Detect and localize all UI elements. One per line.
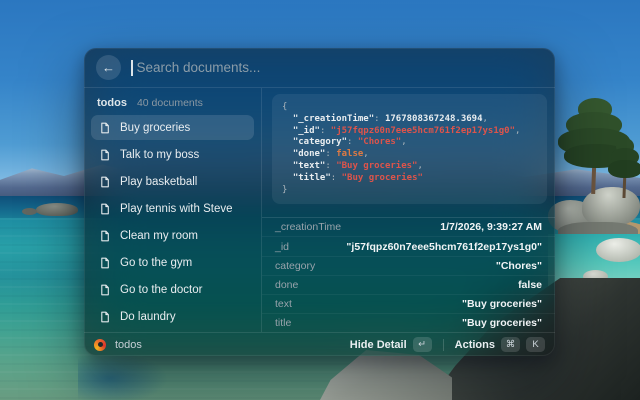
document-search-window: ← todos 40 documents Buy groceries bbox=[84, 48, 555, 356]
field-key: _id bbox=[275, 241, 289, 253]
cmd-key-icon: ⌘ bbox=[501, 337, 520, 352]
footer-bar: todos Hide Detail ↵ Actions ⌘ K bbox=[84, 332, 555, 356]
field-value: "Buy groceries" bbox=[462, 298, 542, 310]
footer-divider bbox=[443, 339, 444, 351]
document-title: Buy groceries bbox=[120, 122, 190, 134]
k-key-icon: K bbox=[526, 337, 545, 352]
field-row[interactable]: category "Chores" bbox=[262, 257, 555, 276]
document-list-item[interactable]: Buy groceries bbox=[91, 115, 254, 140]
list-header: todos 40 documents bbox=[84, 88, 261, 115]
field-key: category bbox=[275, 260, 315, 272]
document-icon bbox=[99, 284, 111, 296]
enter-key-icon: ↵ bbox=[413, 337, 432, 352]
distant-rock bbox=[22, 208, 37, 215]
field-value: false bbox=[518, 279, 542, 291]
field-key: _creationTime bbox=[275, 221, 341, 233]
document-list-item[interactable]: Go to the doctor bbox=[91, 277, 254, 302]
field-value: "Buy groceries" bbox=[462, 317, 542, 329]
document-title: Play basketball bbox=[120, 176, 197, 188]
back-button[interactable]: ← bbox=[96, 55, 121, 80]
field-row[interactable]: _id "j57fqpz60n7eee5hcm761f2ep17ys1g0" bbox=[262, 237, 555, 256]
field-row[interactable]: done false bbox=[262, 276, 555, 295]
small-pine-tree bbox=[608, 138, 640, 200]
field-row[interactable]: _creationTime 1/7/2026, 9:39:27 AM bbox=[262, 218, 555, 237]
distant-rock bbox=[36, 203, 78, 216]
document-list-item[interactable]: Go to the gym bbox=[91, 250, 254, 275]
document-icon bbox=[99, 230, 111, 242]
documents-panel: todos 40 documents Buy groceries Talk to… bbox=[84, 88, 262, 332]
document-list: Buy groceries Talk to my boss Play baske… bbox=[84, 115, 261, 332]
document-title: Go to the gym bbox=[120, 257, 192, 269]
field-key: text bbox=[275, 298, 292, 310]
window-body: todos 40 documents Buy groceries Talk to… bbox=[84, 88, 555, 332]
document-icon bbox=[99, 176, 111, 188]
document-list-item[interactable]: Schedule a team meeting bbox=[91, 331, 254, 332]
field-value: "j57fqpz60n7eee5hcm761f2ep17ys1g0" bbox=[346, 241, 542, 253]
footer-context: todos bbox=[94, 339, 142, 351]
field-key: title bbox=[275, 317, 291, 329]
water-shadow-patch bbox=[78, 352, 168, 400]
document-title: Do laundry bbox=[120, 311, 176, 323]
document-title: Clean my room bbox=[120, 230, 198, 242]
collection-name: todos bbox=[97, 97, 127, 109]
document-icon bbox=[99, 257, 111, 269]
document-title: Play tennis with Steve bbox=[120, 203, 233, 215]
back-arrow-icon: ← bbox=[102, 61, 115, 74]
detail-panel: { "_creationTime": 1767808367248.3694, "… bbox=[262, 88, 555, 332]
actions-button[interactable]: Actions ⌘ K bbox=[455, 337, 545, 352]
document-title: Go to the doctor bbox=[120, 284, 202, 296]
document-icon bbox=[99, 149, 111, 161]
document-icon bbox=[99, 122, 111, 134]
field-value: "Chores" bbox=[496, 260, 542, 272]
document-list-item[interactable]: Do laundry bbox=[91, 304, 254, 329]
text-caret bbox=[131, 60, 133, 76]
document-list-item[interactable]: Play tennis with Steve bbox=[91, 196, 254, 221]
document-list-item[interactable]: Talk to my boss bbox=[91, 142, 254, 167]
json-code-block: { "_creationTime": 1767808367248.3694, "… bbox=[272, 94, 547, 204]
document-icon bbox=[99, 203, 111, 215]
document-list-item[interactable]: Play basketball bbox=[91, 169, 254, 194]
tree-canopy bbox=[608, 160, 640, 178]
footer-collection-label: todos bbox=[115, 339, 142, 351]
field-key: done bbox=[275, 279, 298, 291]
hide-detail-label: Hide Detail bbox=[350, 339, 407, 351]
field-value: 1/7/2026, 9:39:27 AM bbox=[440, 221, 542, 233]
actions-label: Actions bbox=[455, 339, 495, 351]
document-title: Talk to my boss bbox=[120, 149, 199, 161]
search-input[interactable] bbox=[137, 60, 544, 75]
document-count: 40 documents bbox=[137, 97, 203, 109]
field-rows: _creationTime 1/7/2026, 9:39:27 AM _id "… bbox=[262, 218, 555, 332]
field-row[interactable]: text "Buy groceries" bbox=[262, 295, 555, 314]
hide-detail-button[interactable]: Hide Detail ↵ bbox=[350, 337, 432, 352]
convex-logo-icon bbox=[94, 339, 106, 351]
logo-center bbox=[98, 342, 103, 347]
document-title: Schedule a team meeting bbox=[120, 332, 246, 333]
field-row[interactable]: title "Buy groceries" bbox=[262, 314, 555, 332]
document-icon bbox=[99, 311, 111, 323]
footer-actions: Hide Detail ↵ Actions ⌘ K bbox=[350, 337, 545, 352]
search-bar: ← bbox=[84, 48, 555, 88]
white-boulder bbox=[596, 238, 640, 262]
document-list-item[interactable]: Clean my room bbox=[91, 223, 254, 248]
